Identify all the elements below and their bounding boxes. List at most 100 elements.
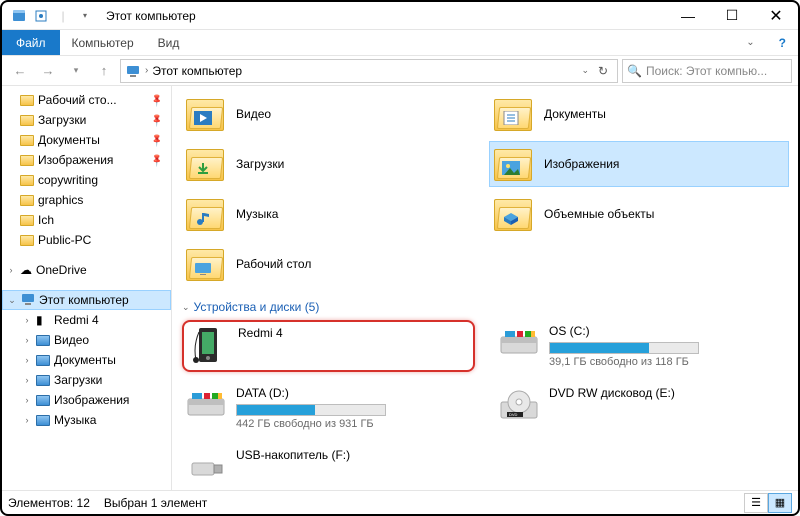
- qat-dropdown-icon[interactable]: ▾: [74, 5, 96, 27]
- device-name: OS (C:): [549, 324, 699, 338]
- capacity-bar: [236, 404, 386, 416]
- sidebar-thispc-child[interactable]: ›▮Redmi 4: [2, 310, 171, 330]
- folder-icon: [36, 335, 50, 346]
- library-folder[interactable]: Изображения: [490, 142, 788, 186]
- library-folder[interactable]: Загрузки: [182, 142, 480, 186]
- folder-icon: [20, 135, 34, 146]
- minimize-button[interactable]: ―: [666, 2, 710, 30]
- crumb-sep-icon: ›: [145, 65, 148, 76]
- titlebar: | ▾ Этот компьютер ― ☐ ✕: [2, 2, 798, 30]
- folder-label: Загрузки: [236, 157, 284, 171]
- library-folder[interactable]: Объемные объекты: [490, 192, 788, 236]
- chevron-right-icon[interactable]: ›: [22, 395, 32, 405]
- help-button[interactable]: ?: [767, 30, 798, 55]
- folder-icon: [36, 355, 50, 366]
- sidebar-onedrive[interactable]: › ☁ OneDrive: [2, 260, 171, 280]
- sidebar-quick-item[interactable]: Ich: [2, 210, 171, 230]
- address-row: ← → ▾ ↑ › Этот компьютер ⌄ ↻ 🔍 Поиск: Эт…: [2, 56, 798, 86]
- chevron-right-icon[interactable]: ›: [22, 415, 32, 425]
- phone-icon: [188, 326, 228, 366]
- folder-label: Рабочий стол: [236, 257, 311, 271]
- search-icon: 🔍: [627, 64, 642, 78]
- breadcrumb-root[interactable]: Этот компьютер: [152, 64, 242, 78]
- sidebar-quick-item[interactable]: Загрузки: [2, 110, 171, 130]
- file-tab[interactable]: Файл: [2, 30, 60, 55]
- chevron-right-icon[interactable]: ›: [22, 335, 32, 345]
- sidebar-quick-item[interactable]: Документы: [2, 130, 171, 150]
- sidebar-this-pc[interactable]: ⌄ Этот компьютер: [2, 290, 171, 310]
- close-button[interactable]: ✕: [754, 2, 798, 30]
- ribbon-tabs: Файл Компьютер Вид ⌄ ?: [2, 30, 798, 56]
- status-bar: Элементов: 12 Выбран 1 элемент ☰ ▦: [2, 490, 798, 514]
- folder-icon: [36, 415, 50, 426]
- chevron-right-icon[interactable]: ›: [6, 265, 16, 275]
- folder-icon: [494, 197, 534, 231]
- thispc-icon: [21, 293, 35, 308]
- maximize-button[interactable]: ☐: [710, 2, 754, 30]
- sidebar-thispc-child[interactable]: ›Документы: [2, 350, 171, 370]
- refresh-button[interactable]: ↻: [593, 64, 613, 78]
- computer-tab[interactable]: Компьютер: [60, 30, 146, 55]
- nav-forward-button[interactable]: →: [36, 59, 60, 83]
- search-box[interactable]: 🔍 Поиск: Этот компью...: [622, 59, 792, 83]
- sidebar-thispc-child[interactable]: ›Музыка: [2, 410, 171, 430]
- devices-section-header[interactable]: ⌄ Устройства и диски (5): [182, 300, 788, 314]
- folder-icon: [494, 147, 534, 181]
- folder-label: Видео: [236, 107, 271, 121]
- folder-icon: [20, 155, 34, 166]
- address-bar[interactable]: › Этот компьютер ⌄ ↻: [120, 59, 618, 83]
- nav-history-button[interactable]: ▾: [64, 59, 88, 83]
- folder-icon: [494, 97, 534, 131]
- capacity-bar: [549, 342, 699, 354]
- chevron-down-icon[interactable]: ⌄: [7, 295, 17, 306]
- status-item-count: Элементов: 12: [8, 496, 90, 510]
- status-selection: Выбран 1 элемент: [104, 496, 207, 510]
- device-redmi4[interactable]: Redmi 4: [182, 320, 475, 372]
- svg-text:DVD: DVD: [509, 412, 518, 417]
- usb-icon: [186, 448, 226, 488]
- chevron-down-icon[interactable]: ⌄: [182, 302, 190, 313]
- sidebar-quick-item[interactable]: graphics: [2, 190, 171, 210]
- nav-back-button[interactable]: ←: [8, 59, 32, 83]
- view-tiles-button[interactable]: ▦: [768, 493, 792, 513]
- sidebar-quick-item[interactable]: Public-PC: [2, 230, 171, 250]
- device-item[interactable]: DVD DVD RW дисковод (E:): [495, 382, 788, 434]
- folder-icon: [20, 175, 34, 186]
- drive-icon: [499, 324, 539, 364]
- folder-label: Объемные объекты: [544, 207, 654, 221]
- content-pane[interactable]: Видео Документы Загрузки Изображения Музыка О…: [172, 86, 798, 490]
- chevron-right-icon[interactable]: ›: [22, 355, 32, 365]
- folder-label: Изображения: [544, 157, 619, 171]
- dvd-icon: DVD: [499, 386, 539, 426]
- library-folder[interactable]: Документы: [490, 92, 788, 136]
- chevron-right-icon[interactable]: ›: [22, 315, 32, 325]
- device-item[interactable]: OS (C:)39,1 ГБ свободно из 118 ГБ: [495, 320, 788, 372]
- library-folder[interactable]: Музыка: [182, 192, 480, 236]
- folder-icon: [20, 115, 34, 126]
- sidebar-thispc-child[interactable]: ›Видео: [2, 330, 171, 350]
- sidebar-quick-item[interactable]: copywriting: [2, 170, 171, 190]
- sidebar-thispc-child[interactable]: ›Изображения: [2, 390, 171, 410]
- folder-icon: [186, 97, 226, 131]
- qat-properties-icon[interactable]: [30, 5, 52, 27]
- folder-icon: [186, 197, 226, 231]
- sidebar-quick-item[interactable]: Рабочий сто...: [2, 90, 171, 110]
- phone-icon: ▮: [36, 313, 50, 327]
- addr-dropdown-icon[interactable]: ⌄: [581, 65, 589, 76]
- sidebar-thispc-child[interactable]: ›Загрузки: [2, 370, 171, 390]
- folder-icon: [20, 95, 34, 106]
- library-folder[interactable]: Видео: [182, 92, 480, 136]
- library-folder[interactable]: Рабочий стол: [182, 242, 480, 286]
- chevron-right-icon[interactable]: ›: [22, 375, 32, 385]
- device-item[interactable]: USB-накопитель (F:): [182, 444, 475, 490]
- view-tab[interactable]: Вид: [146, 30, 192, 55]
- device-item[interactable]: DATA (D:)442 ГБ свободно из 931 ГБ: [182, 382, 475, 434]
- ribbon-expand-button[interactable]: ⌄: [734, 30, 766, 55]
- nav-up-button[interactable]: ↑: [92, 59, 116, 83]
- sidebar-quick-item[interactable]: Изображения: [2, 150, 171, 170]
- view-details-button[interactable]: ☰: [744, 493, 768, 513]
- device-name: DVD RW дисковод (E:): [549, 386, 675, 400]
- nav-pane[interactable]: Рабочий сто...ЗагрузкиДокументыИзображен…: [2, 86, 172, 490]
- folder-icon: [20, 215, 34, 226]
- folder-icon: [36, 395, 50, 406]
